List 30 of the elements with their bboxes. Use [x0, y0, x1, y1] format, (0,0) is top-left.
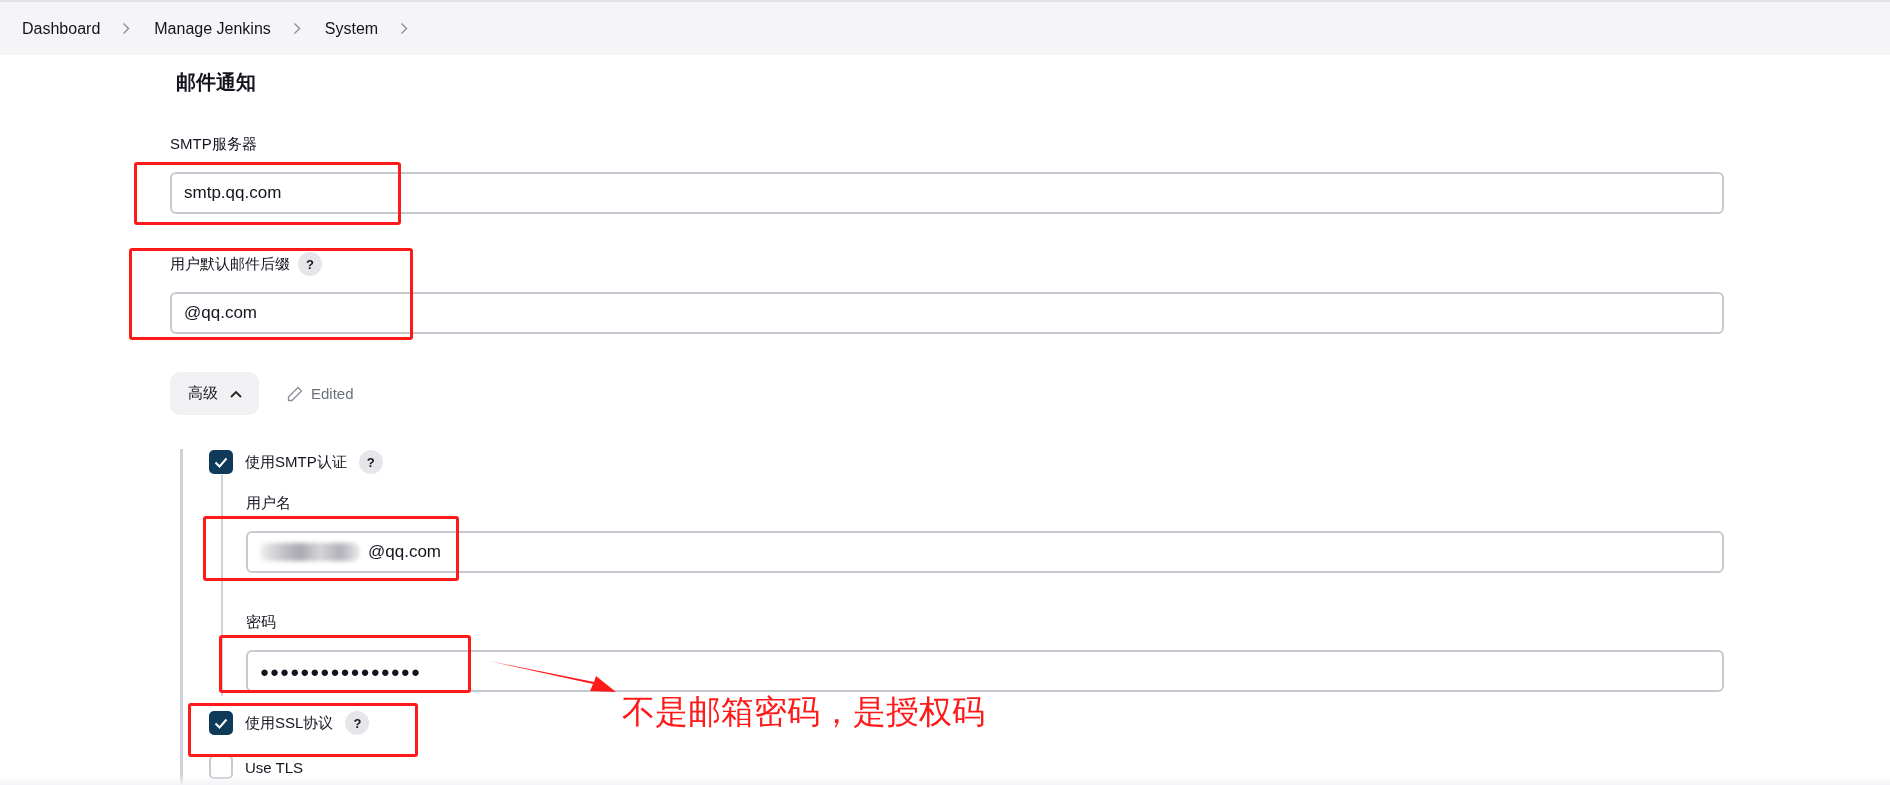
chevron-right-icon	[122, 22, 131, 35]
field-label: 用户名	[246, 493, 291, 513]
breadcrumb-link[interactable]: System	[324, 19, 379, 38]
field-label: 密码	[246, 612, 276, 632]
field-label: 用户默认邮件后缀	[170, 254, 290, 274]
text-field[interactable]: smtp.qq.com	[170, 172, 1724, 214]
chevron-right-icon	[400, 22, 409, 35]
section-title: 邮件通知	[176, 70, 257, 95]
edited-status: Edited	[311, 385, 354, 402]
breadcrumb-link[interactable]: Manage Jenkins	[154, 19, 271, 38]
text-field[interactable]: @qq.com	[170, 292, 1724, 334]
pencil-icon	[287, 385, 303, 402]
help-button[interactable]: ?	[345, 711, 370, 735]
checkbox-label: 使用SMTP认证	[245, 452, 347, 472]
caret-up-icon	[229, 389, 242, 398]
text-field[interactable]: @qq.com	[246, 531, 1724, 573]
chevron-right-icon	[292, 22, 301, 35]
help-button[interactable]: ?	[298, 252, 322, 276]
annotation-text: 不是邮箱密码，是授权码	[622, 692, 985, 732]
checkbox-label: 使用SSL协议	[245, 713, 334, 733]
breadcrumb-link[interactable]: Dashboard	[22, 19, 101, 38]
checkbox[interactable]	[209, 450, 233, 474]
password-field[interactable]: ●●●●●●●●●●●●●●●●	[246, 650, 1724, 692]
check-icon	[214, 717, 228, 729]
checkbox[interactable]	[209, 711, 233, 735]
checkbox-label: Use TLS	[245, 758, 304, 776]
help-button[interactable]: ?	[358, 450, 383, 474]
check-icon	[214, 456, 228, 468]
advanced-button[interactable]: 高级	[170, 372, 259, 415]
field-label: SMTP服务器	[170, 134, 257, 154]
